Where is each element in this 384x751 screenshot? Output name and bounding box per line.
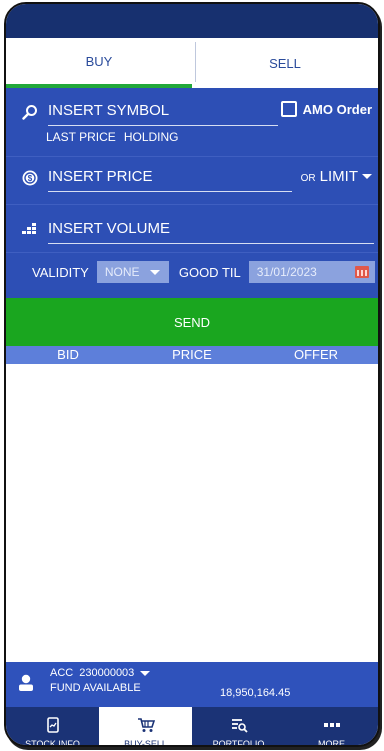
orderbook-list[interactable] — [6, 364, 378, 662]
symbol-input[interactable]: INSERT SYMBOL — [48, 102, 169, 119]
portfolio-icon — [231, 719, 248, 733]
nav-portfolio[interactable]: PORTFOLIO — [192, 707, 285, 747]
divider — [6, 252, 378, 253]
divider — [6, 156, 378, 157]
send-button[interactable]: SEND — [6, 298, 378, 346]
symbol-info: LAST PRICE HOLDING — [46, 130, 378, 148]
symbol-row: INSERT SYMBOL AMO Order — [6, 98, 378, 126]
symbol-underline — [48, 125, 278, 126]
user-icon — [19, 674, 33, 691]
price-header: PRICE — [172, 347, 212, 362]
volume-input[interactable]: INSERT VOLUME — [48, 220, 170, 237]
holding-label: HOLDING — [123, 130, 179, 144]
amo-order-toggle[interactable]: AMO Order — [280, 101, 372, 117]
more-icon — [323, 723, 340, 727]
volume-underline — [48, 243, 374, 244]
nav-more[interactable]: MORE — [285, 707, 378, 747]
app-frame: BUY SELL INSERT SYMBOL AMO Order LAST PR… — [4, 2, 380, 747]
volume-icon — [22, 223, 36, 234]
offer-header: OFFER — [293, 347, 339, 362]
validity-dropdown[interactable]: NONE — [96, 261, 169, 283]
calendar-icon[interactable] — [354, 266, 369, 278]
nav-label: STOCK INFO — [25, 739, 80, 747]
tab-sell[interactable]: SELL — [192, 38, 378, 88]
price-underline — [48, 191, 292, 192]
good-til-date: 31/01/2023 — [256, 265, 317, 279]
amo-label: AMO Order — [302, 101, 372, 117]
or-label: OR — [300, 173, 316, 184]
acc-number: 230000003 — [79, 667, 135, 679]
nav-label: PORTFOLIO — [212, 739, 265, 747]
order-side-tabs: BUY SELL — [6, 38, 378, 88]
order-type-value: LIMIT — [319, 168, 358, 185]
tab-buy[interactable]: BUY — [6, 38, 192, 88]
fund-amount: 18,950,164.45 — [220, 687, 291, 699]
nav-stock-info[interactable]: STOCK INFO — [6, 707, 99, 747]
nav-buy-sell[interactable]: BUY-SELL — [99, 707, 192, 747]
stock-info-icon — [46, 717, 59, 733]
orderbook-header: BID PRICE OFFER — [6, 346, 378, 364]
fund-available-label: FUND AVAILABLE — [50, 682, 141, 694]
validity-label: VALIDITY — [32, 264, 89, 280]
order-type-dropdown[interactable]: OR LIMIT — [301, 168, 372, 185]
validity-row: VALIDITY NONE GOOD TIL 31/01/2023 — [6, 258, 378, 286]
bottom-nav: STOCK INFO BUY-SELL PORTFOLIO MORE — [6, 707, 378, 747]
price-row: $ INSERT PRICE OR LIMIT — [6, 164, 378, 192]
good-til-label: GOOD TIL — [178, 264, 241, 280]
amo-checkbox[interactable] — [280, 101, 297, 117]
bid-header: BID — [57, 347, 79, 362]
search-icon — [22, 105, 37, 120]
good-til-date-field[interactable]: 31/01/2023 — [248, 261, 375, 283]
last-price-label: LAST PRICE — [46, 130, 116, 144]
account-selector[interactable]: ACC 230000003 — [50, 667, 151, 679]
status-bar — [6, 4, 378, 38]
nav-label: BUY-SELL — [124, 739, 167, 747]
chevron-down-icon — [149, 269, 160, 275]
price-input[interactable]: INSERT PRICE — [48, 168, 152, 185]
divider — [6, 204, 378, 205]
tab-divider — [195, 42, 196, 82]
chevron-down-icon — [362, 174, 372, 179]
account-bar: ACC 230000003 FUND AVAILABLE 18,950,164.… — [6, 662, 378, 707]
acc-label: ACC — [50, 667, 74, 679]
nav-label: MORE — [318, 739, 345, 747]
order-form: INSERT SYMBOL AMO Order LAST PRICE HOLDI… — [6, 88, 378, 298]
validity-value: NONE — [104, 265, 140, 279]
volume-row: INSERT VOLUME — [6, 216, 378, 244]
chevron-down-icon — [140, 670, 151, 676]
svg-text:$: $ — [28, 174, 33, 183]
coin-icon: $ — [22, 170, 38, 186]
cart-icon — [137, 718, 155, 732]
